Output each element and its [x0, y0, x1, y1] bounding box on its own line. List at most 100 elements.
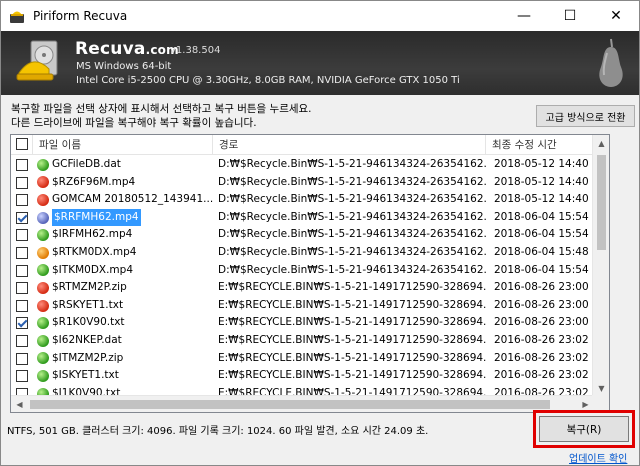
- advanced-mode-button[interactable]: 고급 방식으로 전환: [536, 105, 635, 127]
- path-cell: D:₩$Recycle.Bin₩S-1-5-21-946134324-26354…: [218, 245, 486, 258]
- vertical-scrollbar[interactable]: ▲ ▼: [592, 135, 609, 397]
- list-header: 파일 이름 경로 최종 수정 시간: [11, 135, 609, 155]
- row-checkbox[interactable]: [16, 370, 28, 383]
- modified-date-cell: 2018-06-04 15:48: [494, 245, 589, 258]
- row-checkbox[interactable]: [16, 229, 28, 242]
- hardware-info: Intel Core i5-2500 CPU @ 3.30GHz, 8.0GB …: [76, 75, 460, 86]
- table-row[interactable]: $ISKYET1.txt E:₩$RECYCLE.BIN₩S-1-5-21-149…: [11, 367, 609, 385]
- table-row[interactable]: $RRFMH62.mp4 D:₩$Recycle.Bin₩S-1-5-21-946…: [11, 208, 609, 227]
- path-cell: D:₩$Recycle.Bin₩S-1-5-21-946134324-26354…: [218, 263, 486, 276]
- row-checkbox[interactable]: [16, 194, 28, 207]
- select-all-column[interactable]: [11, 135, 33, 155]
- path-cell: E:₩$RECYCLE.BIN₩S-1-5-21-1491712590-3286…: [218, 333, 486, 346]
- table-row[interactable]: $ITKM0DX.mp4 D:₩$Recycle.Bin₩S-1-5-21-946…: [11, 262, 609, 280]
- filename-cell: $ITMZM2P.zip: [33, 350, 213, 368]
- row-checkbox[interactable]: [16, 176, 28, 189]
- table-row[interactable]: GOMCAM 20180512_143941... D:₩$Recycle.Bin…: [11, 191, 609, 209]
- recovery-state-red-icon: [37, 299, 49, 312]
- select-all-checkbox[interactable]: [16, 138, 28, 150]
- row-checkbox[interactable]: [16, 211, 28, 224]
- piriform-pear-icon: [593, 37, 629, 89]
- minimize-button[interactable]: —: [501, 1, 547, 31]
- row-checkbox[interactable]: [16, 246, 28, 259]
- row-checkbox[interactable]: [16, 334, 28, 347]
- close-button[interactable]: ✕: [593, 1, 639, 31]
- filename-text: $R1K0V90.txt: [52, 316, 125, 329]
- table-row[interactable]: GCFileDB.dat D:₩$Recycle.Bin₩S-1-5-21-946…: [11, 156, 609, 174]
- file-list[interactable]: 파일 이름 경로 최종 수정 시간 GCFileDB.dat D:₩$Recycl…: [10, 134, 610, 413]
- table-row[interactable]: $I62NKEP.dat E:₩$RECYCLE.BIN₩S-1-5-21-149…: [11, 332, 609, 350]
- instructions-line-2: 다른 드라이브에 파일을 복구해야 복구 확률이 높습니다.: [11, 117, 257, 129]
- row-checkbox-cell: [11, 332, 33, 350]
- recovery-state-blue-icon: [37, 211, 49, 224]
- title-bar[interactable]: Piriform Recuva — ☐ ✕: [1, 1, 639, 31]
- modified-date-cell: 2016-08-26 23:00: [494, 281, 589, 294]
- filename-cell: $RSKYET1.txt: [33, 297, 213, 315]
- row-checkbox-cell: [11, 244, 33, 262]
- table-row[interactable]: $RZ6F96M.mp4 D:₩$Recycle.Bin₩S-1-5-21-946…: [11, 174, 609, 192]
- os-info: MS Windows 64-bit: [76, 61, 172, 72]
- modified-date-cell: 2016-08-26 23:00: [494, 316, 589, 329]
- table-row[interactable]: $R1K0V90.txt E:₩$RECYCLE.BIN₩S-1-5-21-149…: [11, 314, 609, 332]
- row-checkbox[interactable]: [16, 352, 28, 365]
- row-checkbox-cell: [11, 191, 33, 209]
- table-row[interactable]: $RSKYET1.txt E:₩$RECYCLE.BIN₩S-1-5-21-149…: [11, 297, 609, 315]
- version-label: v1.38.504: [170, 45, 221, 56]
- row-checkbox[interactable]: [16, 317, 28, 330]
- filename-text: $ITMZM2P.zip: [52, 351, 124, 364]
- column-header-modified[interactable]: 최종 수정 시간: [486, 135, 596, 155]
- recover-button[interactable]: 복구(R): [533, 410, 635, 448]
- row-checkbox-cell: [11, 367, 33, 385]
- filename-text: $I62NKEP.dat: [52, 333, 122, 346]
- recovery-state-green-icon: [37, 229, 49, 242]
- check-updates-link[interactable]: 업데이트 확인: [569, 450, 627, 465]
- path-cell: D:₩$Recycle.Bin₩S-1-5-21-946134324-26354…: [218, 193, 486, 206]
- path-cell: D:₩$Recycle.Bin₩S-1-5-21-946134324-26354…: [218, 210, 486, 223]
- modified-date-cell: 2018-06-04 15:54: [494, 228, 589, 241]
- table-row[interactable]: $IRFMH62.mp4 D:₩$Recycle.Bin₩S-1-5-21-946…: [11, 226, 609, 244]
- row-checkbox-cell: [11, 262, 33, 280]
- table-row[interactable]: $RTKM0DX.mp4 D:₩$Recycle.Bin₩S-1-5-21-946…: [11, 244, 609, 262]
- table-row[interactable]: $RTMZM2P.zip E:₩$RECYCLE.BIN₩S-1-5-21-149…: [11, 279, 609, 297]
- recovery-state-red-icon: [37, 193, 49, 206]
- row-checkbox-cell: [11, 297, 33, 315]
- row-checkbox-cell: [11, 209, 33, 227]
- modified-date-cell: 2018-05-12 14:40: [494, 193, 589, 206]
- instructions-text: 복구할 파일을 선택 상자에 표시해서 선택하고 복구 버튼을 누르세요. 다른…: [11, 102, 312, 130]
- modified-date-cell: 2018-06-04 15:54: [494, 263, 589, 276]
- recuva-logo-icon: [15, 39, 63, 87]
- table-row[interactable]: $ITMZM2P.zip E:₩$RECYCLE.BIN₩S-1-5-21-149…: [11, 350, 609, 368]
- column-header-path[interactable]: 경로: [213, 135, 486, 155]
- row-checkbox-cell: [11, 226, 33, 244]
- filename-text: GOMCAM 20180512_143941...: [52, 193, 213, 206]
- path-cell: E:₩$RECYCLE.BIN₩S-1-5-21-1491712590-3286…: [218, 351, 486, 364]
- filename-cell: $ITKM0DX.mp4: [33, 262, 213, 280]
- horizontal-scroll-thumb[interactable]: [30, 400, 550, 409]
- instructions-line-1: 복구할 파일을 선택 상자에 표시해서 선택하고 복구 버튼을 누르세요.: [11, 103, 312, 115]
- filename-cell: $I62NKEP.dat: [33, 332, 213, 350]
- modified-date-cell: 2016-08-26 23:02: [494, 351, 589, 364]
- row-checkbox-cell: [11, 156, 33, 174]
- recuva-window: Piriform Recuva — ☐ ✕ Recuva.com v1.38.5…: [0, 0, 640, 466]
- scroll-left-arrow-icon[interactable]: ◀: [11, 396, 28, 412]
- maximize-button[interactable]: ☐: [547, 1, 593, 31]
- row-checkbox[interactable]: [16, 264, 28, 277]
- column-header-filename[interactable]: 파일 이름: [33, 135, 213, 155]
- recovery-state-green-icon: [37, 369, 49, 382]
- path-cell: E:₩$RECYCLE.BIN₩S-1-5-21-1491712590-3286…: [218, 298, 486, 311]
- modified-date-cell: 2018-06-04 15:54: [494, 210, 589, 223]
- path-cell: D:₩$Recycle.Bin₩S-1-5-21-946134324-26354…: [218, 158, 486, 170]
- row-checkbox[interactable]: [16, 299, 28, 312]
- horizontal-scrollbar[interactable]: ◀ ▶: [11, 395, 594, 412]
- recovery-state-red-icon: [37, 176, 49, 189]
- modified-date-cell: 2016-08-26 23:02: [494, 369, 589, 382]
- row-checkbox[interactable]: [16, 159, 28, 171]
- filename-text: $ISKYET1.txt: [52, 369, 119, 382]
- row-checkbox[interactable]: [16, 282, 28, 295]
- vertical-scroll-thumb[interactable]: [597, 155, 606, 250]
- scan-status-text: NTFS, 501 GB. 클러스터 크기: 4096. 파일 기록 크기: 1…: [7, 426, 429, 437]
- path-cell: E:₩$RECYCLE.BIN₩S-1-5-21-1491712590-3286…: [218, 316, 486, 329]
- filename-text: $RTKM0DX.mp4: [52, 245, 137, 258]
- scroll-up-arrow-icon[interactable]: ▲: [593, 135, 609, 152]
- row-checkbox-cell: [11, 314, 33, 332]
